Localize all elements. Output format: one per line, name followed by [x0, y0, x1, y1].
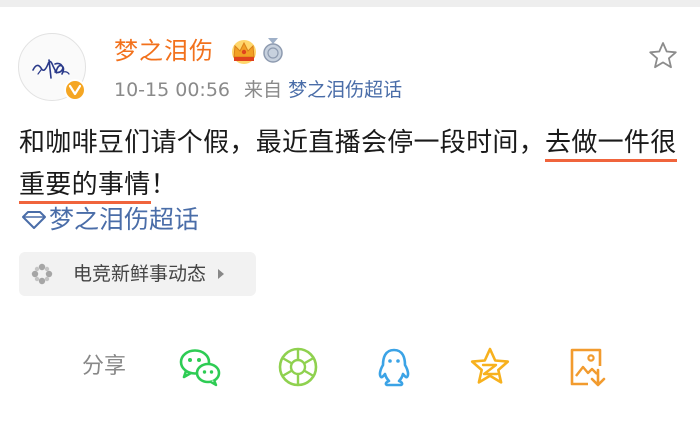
top-divider	[0, 0, 700, 7]
source-chip[interactable]: 电竞新鲜事动态	[19, 252, 256, 296]
diamond-icon	[22, 211, 46, 229]
chevron-right-icon	[218, 269, 225, 279]
crown-badge-icon[interactable]	[229, 37, 259, 65]
source-chip-label: 电竞新鲜事动态	[73, 263, 207, 285]
timestamp: 10-15 00:56	[114, 79, 231, 101]
save-image-icon[interactable]	[566, 346, 610, 388]
topic-link[interactable]: 梦之泪伤超话	[21, 202, 199, 238]
post-content: 和咖啡豆们请个假，最近直播会停一段时间，去做一件很重要的事情！	[19, 122, 684, 206]
share-label: 分享	[82, 354, 127, 379]
qq-icon[interactable]	[372, 346, 416, 388]
from-source-link[interactable]: 梦之泪伤超话	[288, 79, 402, 101]
favorite-star-icon[interactable]	[647, 40, 679, 70]
medal-badge-icon[interactable]	[262, 36, 284, 64]
topic-link-label: 梦之泪伤超话	[49, 205, 200, 234]
avatar[interactable]	[18, 33, 86, 101]
content-highlight-2: 重要的事情	[19, 170, 151, 204]
from-prefix: 来自	[244, 79, 283, 101]
content-highlight-1: 去做一件很	[545, 128, 677, 162]
username[interactable]: 梦之泪伤	[114, 35, 214, 67]
content-end: ！	[150, 170, 177, 200]
content-text: 和咖啡豆们请个假，最近直播会停一段时间，	[19, 128, 546, 158]
wechat-icon[interactable]	[178, 346, 222, 388]
post-meta: 10-15 00:56 来自 梦之泪伤超话	[114, 76, 402, 104]
pinwheel-icon	[31, 263, 53, 285]
qzone-icon[interactable]	[468, 346, 512, 388]
moments-icon[interactable]	[276, 346, 320, 388]
verified-badge-icon	[64, 79, 86, 101]
